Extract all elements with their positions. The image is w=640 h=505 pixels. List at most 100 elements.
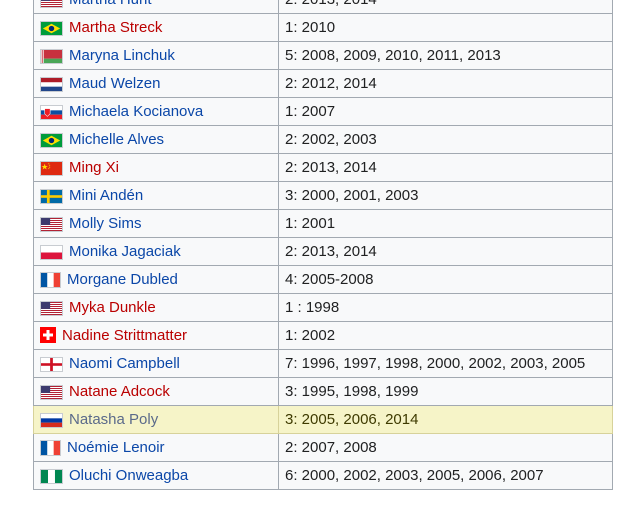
appearances-cell: 3: 2000, 2001, 2003 (278, 181, 613, 210)
model-name-link[interactable]: Monika Jagaciak (69, 243, 181, 260)
russia-flag-icon (40, 413, 63, 428)
china-flag-icon (40, 161, 63, 176)
model-name-link[interactable]: Ming Xi (69, 159, 119, 176)
model-name-cell: Monika Jagaciak (33, 237, 279, 266)
usa-flag-icon (40, 0, 63, 8)
table-row: Naomi Campbell 7: 1996, 1997, 1998, 2000,… (33, 349, 613, 378)
model-name-link[interactable]: Maryna Linchuk (69, 47, 175, 64)
model-name-cell: Molly Sims (33, 209, 279, 238)
appearances-text: 1: 2007 (285, 103, 336, 120)
table-row: Maryna Linchuk 5: 2008, 2009, 2010, 2011,… (33, 41, 613, 70)
appearances-cell: 1: 2002 (278, 321, 613, 350)
appearances-cell: 3: 2005, 2006, 2014 (278, 405, 613, 434)
model-name-link[interactable]: Nadine Strittmatter (62, 327, 187, 344)
appearances-text: 1: 2010 (285, 19, 336, 36)
model-name-cell: Nadine Strittmatter (33, 321, 279, 350)
model-name-cell: Michelle Alves (33, 125, 279, 154)
appearances-text: 1 : 1998 (285, 299, 340, 316)
model-name-cell: Oluchi Onweagba (33, 461, 279, 490)
appearances-cell: 2: 2013, 2014 (278, 0, 613, 14)
england-flag-icon (40, 357, 63, 372)
brazil-flag-icon (40, 133, 63, 148)
appearances-text: 2: 2012, 2014 (285, 75, 377, 92)
model-name-cell: Myka Dunkle (33, 293, 279, 322)
appearances-cell: 1: 2010 (278, 13, 613, 42)
belarus-flag-icon (40, 49, 63, 64)
model-name-cell: Mini Andén (33, 181, 279, 210)
appearances-cell: 2: 2013, 2014 (278, 237, 613, 266)
table-row: Mini Andén 3: 2000, 2001, 2003 (33, 181, 613, 210)
model-name-link[interactable]: Martha Streck (69, 19, 162, 36)
table-row: Natane Adcock 3: 1995, 1998, 1999 (33, 377, 613, 406)
model-name-cell: Martha Hunt (33, 0, 279, 14)
models-table-container: Martha Hunt 2: 2013, 2014 Martha Streck 1: … (33, 0, 613, 490)
nigeria-flag-icon (40, 469, 63, 484)
model-name-link[interactable]: Myka Dunkle (69, 299, 156, 316)
model-name-cell: Maud Welzen (33, 69, 279, 98)
model-name-cell: Martha Streck (33, 13, 279, 42)
models-table: Martha Hunt 2: 2013, 2014 Martha Streck 1: … (33, 0, 613, 490)
france-flag-icon (40, 440, 61, 456)
model-name-cell: Ming Xi (33, 153, 279, 182)
table-row: Ming Xi 2: 2013, 2014 (33, 153, 613, 182)
appearances-text: 5: 2008, 2009, 2010, 2011, 2013 (285, 47, 501, 64)
model-name-link[interactable]: Noémie Lenoir (67, 439, 165, 456)
table-row: Natasha Poly 3: 2005, 2006, 2014 (33, 405, 613, 434)
appearances-cell: 2: 2013, 2014 (278, 153, 613, 182)
appearances-text: 2: 2002, 2003 (285, 131, 377, 148)
appearances-cell: 4: 2005-2008 (278, 265, 613, 294)
model-name-cell: Natasha Poly (33, 405, 279, 434)
model-name-link[interactable]: Martha Hunt (69, 0, 152, 8)
appearances-cell: 1 : 1998 (278, 293, 613, 322)
table-row: Monika Jagaciak 2: 2013, 2014 (33, 237, 613, 266)
model-name-link[interactable]: Oluchi Onweagba (69, 467, 188, 484)
appearances-cell: 2: 2012, 2014 (278, 69, 613, 98)
appearances-cell: 3: 1995, 1998, 1999 (278, 377, 613, 406)
model-name-cell: Naomi Campbell (33, 349, 279, 378)
appearances-text: 2: 2013, 2014 (285, 0, 377, 8)
slovakia-flag-icon (40, 105, 63, 120)
appearances-cell: 2: 2007, 2008 (278, 433, 613, 462)
appearances-cell: 6: 2000, 2002, 2003, 2005, 2006, 2007 (278, 461, 613, 490)
model-name-cell: Morgane Dubled (33, 265, 279, 294)
appearances-text: 7: 1996, 1997, 1998, 2000, 2002, 2003, 2… (285, 355, 586, 372)
table-row: Martha Hunt 2: 2013, 2014 (33, 0, 613, 14)
model-name-link[interactable]: Molly Sims (69, 215, 142, 232)
appearances-cell: 7: 1996, 1997, 1998, 2000, 2002, 2003, 2… (278, 349, 613, 378)
usa-flag-icon (40, 301, 63, 316)
model-name-link[interactable]: Morgane Dubled (67, 271, 178, 288)
model-name-link[interactable]: Naomi Campbell (69, 355, 180, 372)
model-name-link[interactable]: Michelle Alves (69, 131, 164, 148)
model-name-cell: Maryna Linchuk (33, 41, 279, 70)
appearances-text: 6: 2000, 2002, 2003, 2005, 2006, 2007 (285, 467, 544, 484)
appearances-text: 3: 2005, 2006, 2014 (285, 411, 419, 428)
appearances-cell: 5: 2008, 2009, 2010, 2011, 2013 (278, 41, 613, 70)
model-name-link[interactable]: Mini Andén (69, 187, 143, 204)
appearances-text: 3: 1995, 1998, 1999 (285, 383, 419, 400)
table-row: Maud Welzen 2: 2012, 2014 (33, 69, 613, 98)
netherlands-flag-icon (40, 77, 63, 92)
models-table-body: Martha Hunt 2: 2013, 2014 Martha Streck 1: … (33, 0, 613, 490)
table-row: Michaela Kocianova 1: 2007 (33, 97, 613, 126)
table-row: Martha Streck 1: 2010 (33, 13, 613, 42)
model-name-cell: Natane Adcock (33, 377, 279, 406)
appearances-text: 1: 2002 (285, 327, 336, 344)
usa-flag-icon (40, 217, 63, 232)
poland-flag-icon (40, 245, 63, 260)
table-row: Molly Sims 1: 2001 (33, 209, 613, 238)
table-row: Michelle Alves 2: 2002, 2003 (33, 125, 613, 154)
model-name-link[interactable]: Michaela Kocianova (69, 103, 203, 120)
appearances-cell: 1: 2007 (278, 97, 613, 126)
appearances-text: 4: 2005-2008 (285, 271, 374, 288)
appearances-text: 2: 2007, 2008 (285, 439, 377, 456)
model-name-cell: Michaela Kocianova (33, 97, 279, 126)
appearances-text: 1: 2001 (285, 215, 336, 232)
appearances-cell: 2: 2002, 2003 (278, 125, 613, 154)
model-name-link[interactable]: Natasha Poly (69, 411, 158, 428)
france-flag-icon (40, 272, 61, 288)
table-row: Noémie Lenoir 2: 2007, 2008 (33, 433, 613, 462)
brazil-flag-icon (40, 21, 63, 36)
table-row: Myka Dunkle 1 : 1998 (33, 293, 613, 322)
model-name-link[interactable]: Natane Adcock (69, 383, 170, 400)
model-name-link[interactable]: Maud Welzen (69, 75, 160, 92)
